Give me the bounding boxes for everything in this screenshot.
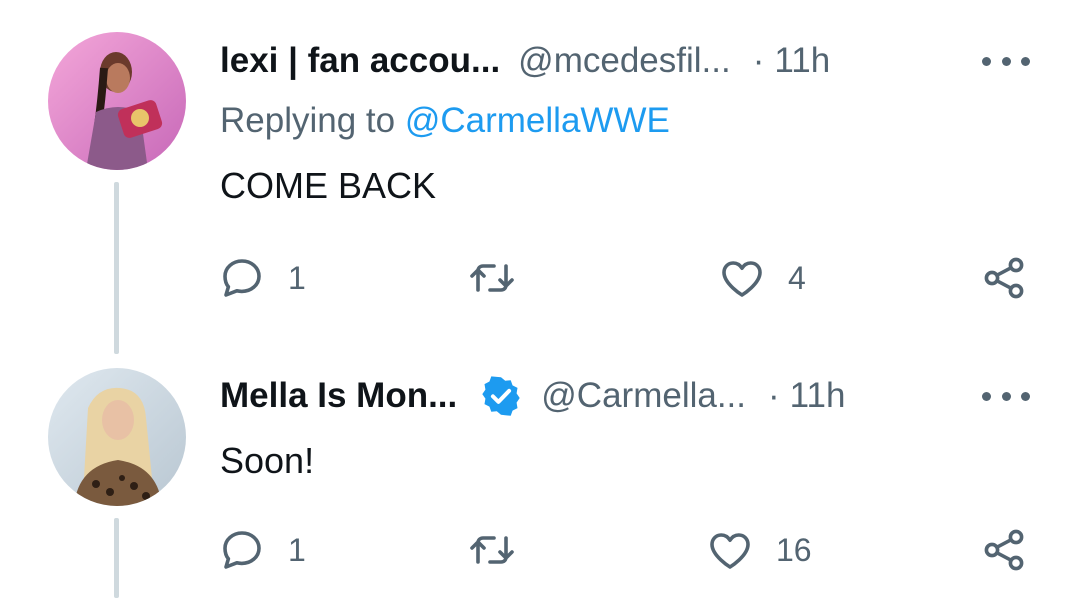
user-handle[interactable]: @Carmella... — [541, 376, 746, 416]
share-icon — [984, 257, 1024, 299]
tweet-header: lexi | fan accou... @mcedesfil... · 11h — [220, 38, 1030, 84]
timestamp[interactable]: 11h — [774, 41, 830, 81]
retweet-button[interactable] — [468, 524, 538, 576]
tweet[interactable]: lexi | fan accou... @mcedesfil... · 11h … — [0, 0, 1080, 354]
like-count: 4 — [788, 259, 806, 296]
avatar[interactable] — [48, 368, 186, 506]
replying-to-link[interactable]: @CarmellaWWE — [405, 101, 670, 140]
separator-dot: · — [752, 41, 765, 80]
retweet-button[interactable] — [468, 252, 538, 304]
like-icon — [722, 261, 762, 297]
replying-to: Replying to @CarmellaWWE — [220, 101, 670, 141]
reply-count: 1 — [288, 259, 306, 296]
display-name[interactable]: Mella Is Mon... — [220, 376, 457, 416]
like-button[interactable]: 4 — [718, 252, 806, 304]
replying-prefix: Replying to — [220, 101, 396, 140]
action-bar: 1 16 — [218, 524, 1038, 576]
share-icon — [984, 529, 1024, 571]
more-icon[interactable] — [982, 51, 1030, 71]
like-count: 16 — [776, 531, 812, 568]
reply-count: 1 — [288, 531, 306, 568]
reply-icon — [223, 531, 261, 569]
retweet-icon — [470, 536, 514, 564]
action-bar: 1 4 — [218, 252, 1038, 304]
tweet-header: Mella Is Mon... @Carmella... · 11h — [220, 373, 1030, 419]
avatar[interactable] — [48, 32, 186, 170]
share-button[interactable] — [980, 252, 1028, 304]
reply-button[interactable]: 1 — [218, 252, 306, 304]
timestamp[interactable]: 11h — [790, 376, 846, 416]
tweet-text: Soon! — [220, 440, 315, 481]
tweet-text: COME BACK — [220, 165, 437, 206]
user-handle[interactable]: @mcedesfil... — [518, 41, 731, 81]
separator-dot: · — [768, 376, 780, 415]
display-name[interactable]: lexi | fan accou... — [220, 41, 500, 81]
retweet-icon — [470, 264, 514, 292]
thread-line — [114, 182, 119, 354]
thread-line — [114, 518, 119, 598]
like-icon — [710, 533, 750, 569]
share-button[interactable] — [980, 524, 1028, 576]
verified-badge-icon — [479, 374, 523, 418]
more-icon[interactable] — [982, 386, 1030, 406]
like-button[interactable]: 16 — [706, 524, 812, 576]
reply-button[interactable]: 1 — [218, 524, 306, 576]
reply-icon — [223, 259, 261, 297]
tweet[interactable]: Mella Is Mon... @Carmella... · 11h Soon!… — [0, 340, 1080, 598]
